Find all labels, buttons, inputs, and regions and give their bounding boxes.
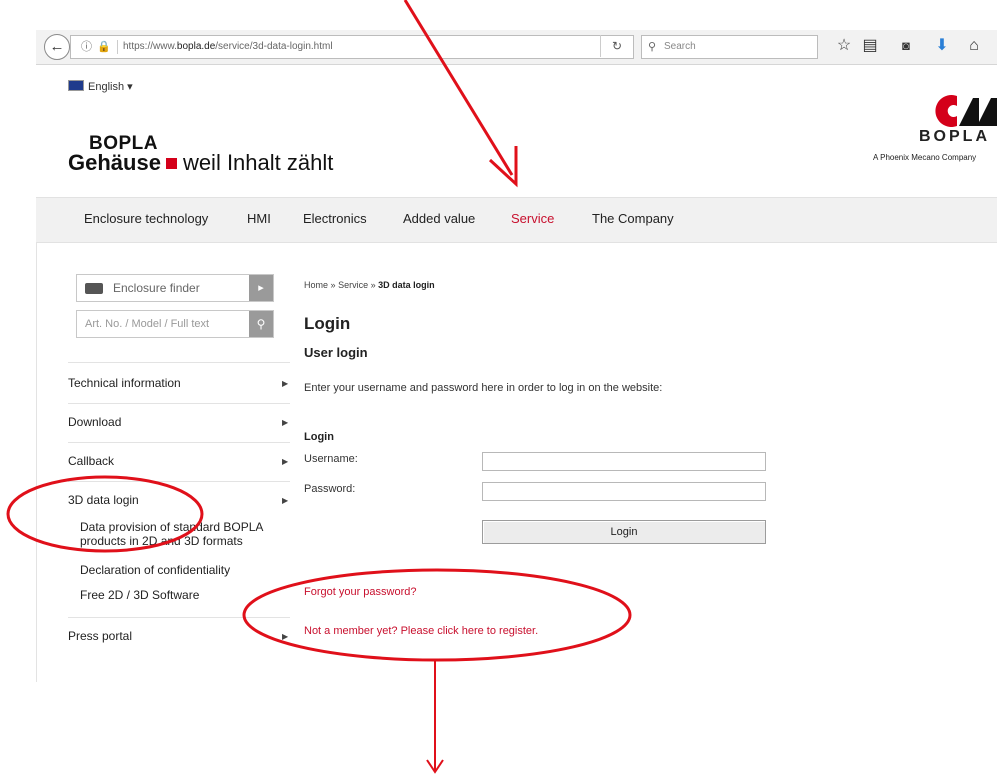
annotation-arrow-line xyxy=(403,0,514,176)
annotation-circle-links xyxy=(242,568,632,662)
annotation-arrowhead xyxy=(488,146,518,188)
annotation-circle-3d-login xyxy=(6,475,204,553)
annotation-overlay xyxy=(6,0,632,774)
